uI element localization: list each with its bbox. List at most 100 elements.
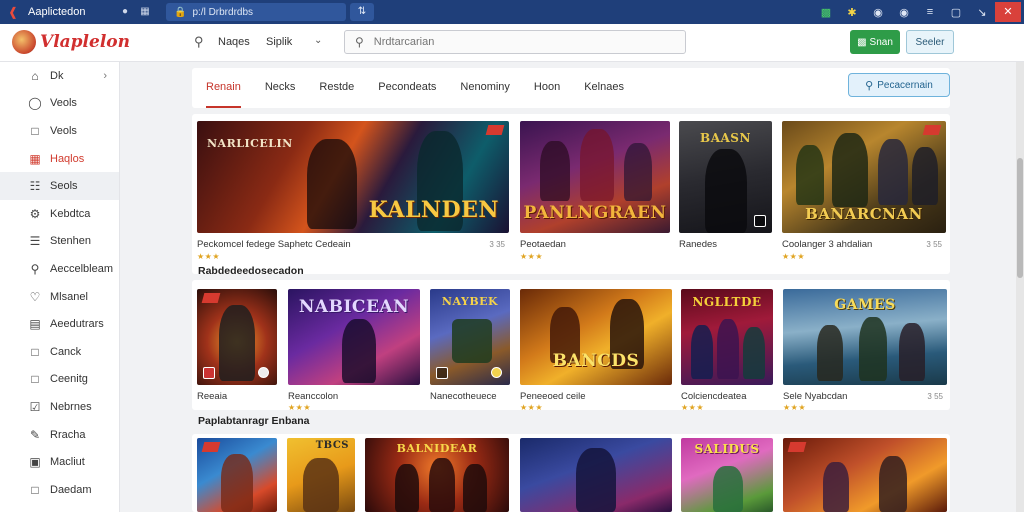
- game-cover-image[interactable]: SALIDUS: [681, 438, 773, 512]
- game-cover-image[interactable]: TBCS: [287, 438, 355, 512]
- game-title[interactable]: Reeaia: [197, 391, 227, 402]
- game-cover-title-top: SALIDUS: [694, 442, 760, 456]
- sidebar-item-edit[interactable]: ✎ Rracha: [0, 421, 119, 449]
- scrollbar-thumb[interactable]: [1017, 158, 1023, 278]
- square-icon[interactable]: ▢: [943, 6, 969, 19]
- square-icon: □: [31, 482, 39, 497]
- game-title[interactable]: Ranedes: [679, 239, 717, 250]
- sidebar-item-chat[interactable]: □ Canck: [0, 338, 119, 366]
- game-cover-title-top: NARLICELIN: [207, 137, 293, 150]
- nav-link-1[interactable]: Naqes: [218, 36, 250, 48]
- tab-5[interactable]: Hoon: [534, 68, 560, 108]
- shield-icon[interactable]: ◉: [865, 6, 891, 19]
- grid-icon[interactable]: ▦: [138, 5, 152, 19]
- tab-1[interactable]: Necks: [265, 68, 296, 108]
- game-cover-image[interactable]: BANARCNAN: [782, 121, 946, 233]
- tab-6[interactable]: Kelnaes: [584, 68, 624, 108]
- game-cover-image[interactable]: PANLNGRAEN: [520, 121, 670, 233]
- game-cover-image[interactable]: NABICEAN: [288, 289, 420, 385]
- platform-icon: [436, 367, 448, 379]
- sidebar-item-bookmarks[interactable]: □ Veols: [0, 117, 119, 145]
- hero-figure: [342, 319, 376, 383]
- page-scrollbar[interactable]: [1016, 62, 1024, 512]
- game-meta: 3 55: [927, 392, 943, 401]
- sidebar-item-gaming[interactable]: □ Ceenitg: [0, 366, 119, 394]
- game-cover-image[interactable]: [197, 438, 277, 512]
- game-title[interactable]: Colciencdeatea: [681, 391, 747, 402]
- recommend-button[interactable]: ⚲ Pecacernain: [848, 73, 950, 97]
- game-cover-image[interactable]: NGLLTDE: [681, 289, 773, 385]
- chevron-down-icon[interactable]: ⌄: [314, 35, 322, 46]
- game-cover-image[interactable]: NARLICELIN KALNDEN: [197, 121, 509, 233]
- game-title[interactable]: Nanecotheuece: [430, 391, 497, 402]
- sidebar-item-tasks[interactable]: ☑ Nebrnes: [0, 393, 119, 421]
- game-meta: 3 55: [926, 240, 942, 249]
- game-cover-image[interactable]: BANCDS: [520, 289, 672, 385]
- rating-stars: ★★★: [782, 252, 806, 261]
- top-bar: Vlaplelon ⚲ Naqes Siplik ⌄ ⚲ ▩ Snan Seel…: [0, 24, 1024, 62]
- game-cover-image[interactable]: NAYBEK: [430, 289, 510, 385]
- sidebar-item-label: Haqlos: [50, 152, 85, 165]
- sidebar-item-profile[interactable]: ◯ Veols: [0, 90, 119, 118]
- platform-icon: [754, 215, 766, 227]
- game-cover-image[interactable]: GAMES: [783, 289, 947, 385]
- game-title[interactable]: Peckomcel fedege Saphetc Cedeain: [197, 239, 351, 250]
- search-icon[interactable]: ⚲: [194, 34, 204, 50]
- tab-4[interactable]: Nenominy: [460, 68, 510, 108]
- game-cover-image[interactable]: BALNIDEAR: [365, 438, 509, 512]
- game-cover-title: NABICEAN: [298, 297, 410, 317]
- brand-logo[interactable]: Vlaplelon: [40, 32, 130, 52]
- game-title[interactable]: Sele Nyabcdan: [783, 391, 847, 402]
- game-cover-title: KALNDEN: [368, 197, 499, 223]
- tab-0[interactable]: Renain: [206, 68, 241, 108]
- sidebar-item-active[interactable]: ▦ Haqlos: [0, 145, 119, 173]
- bookmark-icon: □: [31, 123, 39, 138]
- section-title: Paplabtanragr Enbana: [198, 415, 310, 427]
- minimize-icon[interactable]: ↘: [969, 6, 995, 19]
- game-cover-image[interactable]: [783, 438, 947, 512]
- game-title[interactable]: Peneeoed ceile: [520, 391, 586, 402]
- menu-icon[interactable]: ≡: [917, 6, 943, 18]
- section-title: Rabdedeedosecadon: [198, 265, 304, 277]
- sidebar-item-stats[interactable]: ▤ Aeedutrars: [0, 310, 119, 338]
- sidebar-item-favorites[interactable]: ♡ Mlsanel: [0, 283, 119, 311]
- nav-link-2[interactable]: Siplik: [266, 36, 292, 48]
- primary-button[interactable]: ▩ Snan: [850, 30, 900, 54]
- hero-figure: [429, 458, 455, 512]
- secondary-button[interactable]: Seeler: [906, 30, 954, 54]
- window-title: Aaplictedon: [28, 6, 86, 18]
- close-icon[interactable]: ✕: [995, 2, 1021, 22]
- game-title[interactable]: Reanccolon: [288, 391, 338, 402]
- game-title[interactable]: Peotaedan: [520, 239, 566, 250]
- game-cover-image[interactable]: [520, 438, 672, 512]
- game-cover-title-top: BAASN: [700, 131, 751, 145]
- game-title[interactable]: Coolanger 3 ahdalian: [782, 239, 872, 250]
- back-icon[interactable]: ●: [118, 5, 132, 19]
- rating-stars: ★★★: [520, 252, 544, 261]
- hero-figure: [219, 305, 255, 381]
- sidebar-item-cart[interactable]: ⚲ Aeccelbleam: [0, 255, 119, 283]
- sidebar-item-label: Rracha: [50, 428, 86, 441]
- search-bar[interactable]: ⚲: [344, 30, 686, 54]
- tab-2[interactable]: Restde: [319, 68, 354, 108]
- sidebar-item-home[interactable]: ⌂ Dk ›: [0, 62, 119, 90]
- sidebar-item-box[interactable]: ▣ Macliut: [0, 448, 119, 476]
- home-icon: ⌂: [31, 68, 39, 83]
- new-tab-button[interactable]: ⇅: [350, 3, 374, 21]
- sidebar-item-list[interactable]: ☰ Stenhen: [0, 228, 119, 256]
- puzzle-icon[interactable]: ✱: [839, 6, 865, 19]
- app-grid-icon[interactable]: ▩: [813, 6, 839, 19]
- checkbox-icon: ☑: [29, 399, 41, 414]
- sidebar-item-hover[interactable]: ☷ Seols: [0, 172, 119, 200]
- game-cover-title: BANCDS: [552, 351, 640, 371]
- settings-icon[interactable]: ◉: [891, 6, 917, 19]
- search-input[interactable]: [373, 36, 664, 48]
- browser-tab[interactable]: 🔒 p:/l Drbrdrdbs: [166, 3, 346, 21]
- game-cover-image[interactable]: BAASN: [679, 121, 772, 233]
- hero-figure: [796, 145, 824, 205]
- sidebar-item-misc[interactable]: □ Daedam: [0, 476, 119, 504]
- sidebar-item-settings[interactable]: ⚙ Kebdtca: [0, 200, 119, 228]
- game-cover-image[interactable]: [197, 289, 277, 385]
- tab-3[interactable]: Pecondeats: [378, 68, 436, 108]
- hero-figure: [859, 317, 887, 381]
